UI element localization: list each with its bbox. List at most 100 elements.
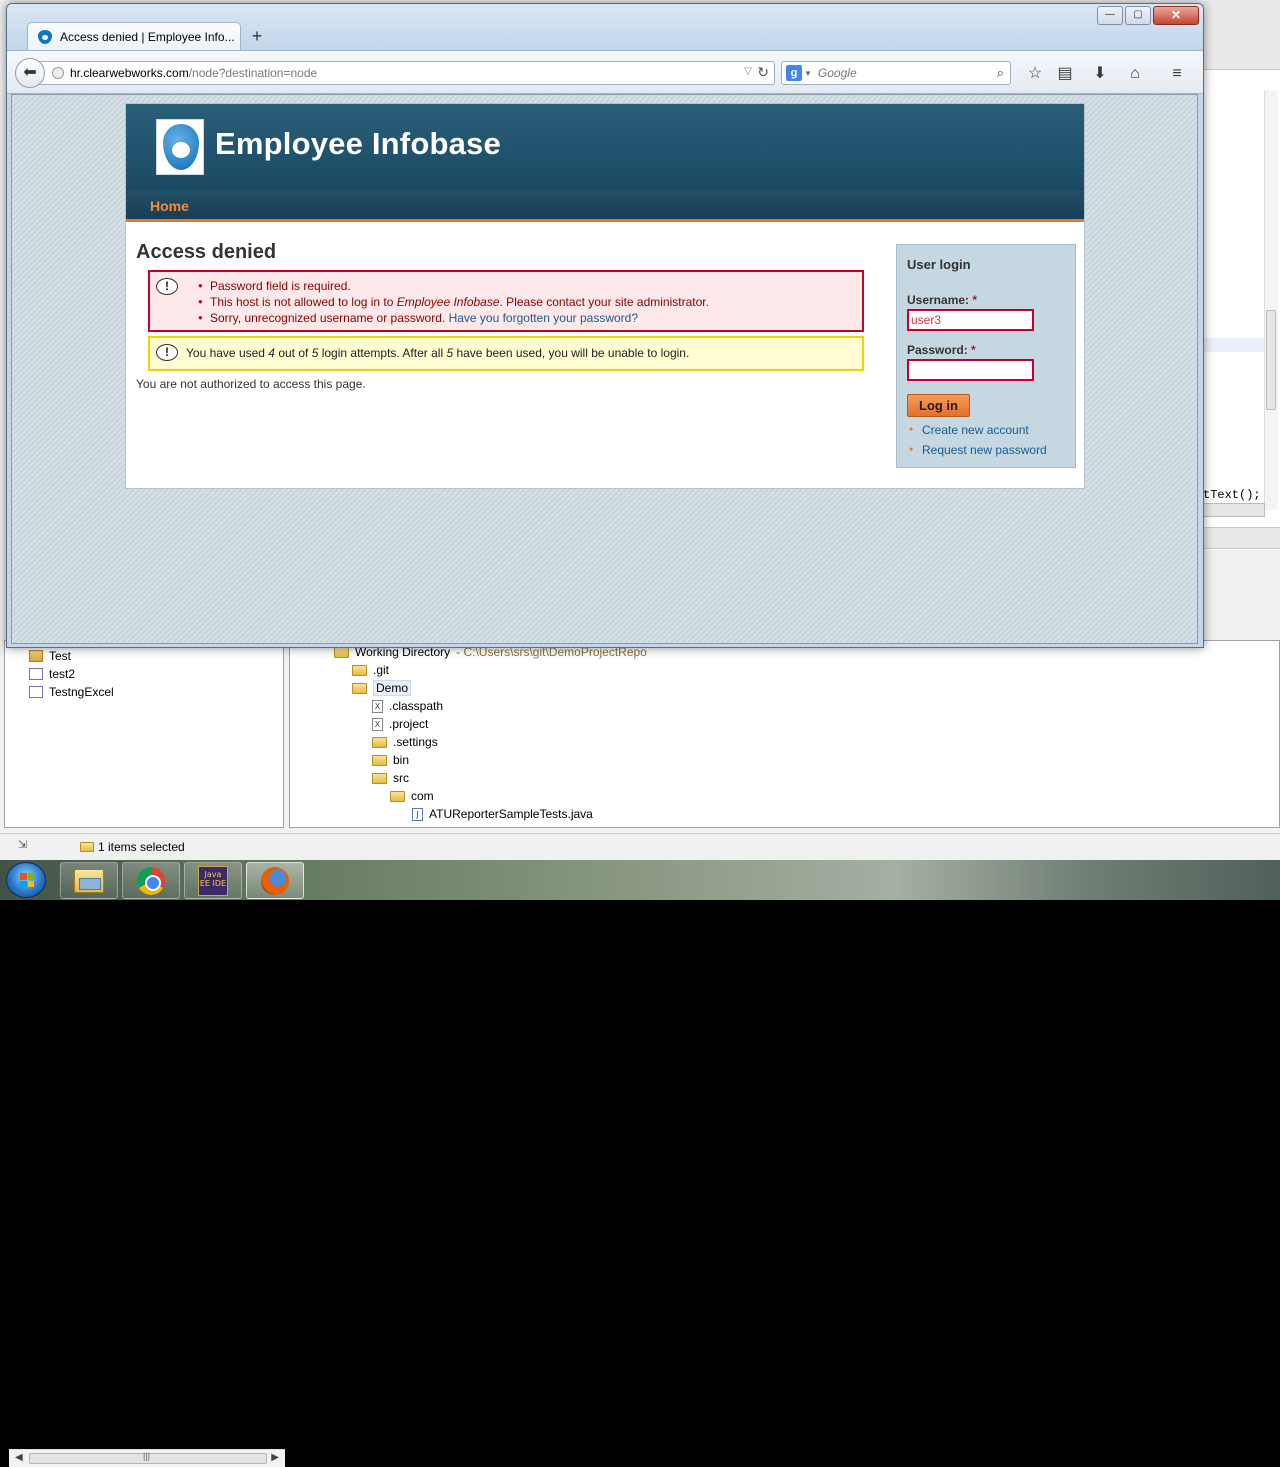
list-item[interactable]: TestngExcel [29, 683, 114, 701]
folder-icon [372, 772, 387, 784]
username-label: Username: * [907, 293, 977, 307]
attempts-used: 4 [268, 346, 275, 360]
site-identity-icon[interactable] [52, 67, 64, 79]
folder-icon [334, 646, 349, 658]
url-bar[interactable]: hr.clearwebworks.com/node?destination=no… [37, 61, 775, 85]
tree-item-label: bin [393, 753, 410, 767]
editor-vertical-scrollbar[interactable] [1264, 90, 1278, 510]
tab-access-denied[interactable]: Access denied | Employee Info... [27, 22, 241, 50]
site-logo[interactable] [156, 119, 204, 175]
explorer-horizontal-scrollbar[interactable]: ◀ ||| ▶ [9, 1449, 285, 1467]
home-icon[interactable]: ⌂ [1124, 63, 1146, 85]
editor-scroll-thumb[interactable] [1266, 310, 1276, 410]
eclipse-icon: Java EE IDE [198, 865, 228, 896]
eclipse-editor-area [1203, 70, 1280, 550]
taskbar-explorer-button[interactable] [60, 862, 118, 899]
url-path: /node?destination=node [188, 66, 318, 80]
forgot-password-link[interactable]: Have you forgotten your password? [449, 311, 638, 325]
tree-item-label: .git [373, 663, 390, 677]
folder-icon [80, 842, 94, 852]
error-list: Password field is required. This host is… [198, 278, 709, 326]
tree-item-bin[interactable]: bin [372, 751, 409, 769]
maven-project-icon [29, 686, 43, 698]
bookmark-star-icon[interactable]: ☆ [1024, 63, 1046, 85]
tree-item-java-file[interactable]: J ATUReporterSampleTests.java [412, 805, 593, 823]
eclipse-panel-divider [1203, 527, 1280, 549]
tree-item-label: .project [389, 717, 429, 731]
tree-item-label: .settings [393, 735, 438, 749]
error-messages: ! Password field is required. This host … [148, 270, 864, 332]
error-item: Password field is required. [198, 278, 709, 294]
fast-view-icon[interactable]: ⇲ [18, 838, 32, 852]
drupal-face-icon [172, 142, 190, 158]
scroll-left-icon[interactable]: ◀ [15, 1452, 23, 1463]
folder-icon [352, 682, 367, 694]
editor-horizontal-scrollbar[interactable] [1203, 503, 1265, 517]
maximize-button[interactable]: ▢ [1125, 6, 1151, 25]
tree-item-git[interactable]: .git [352, 661, 389, 679]
desktop: tText(); Test test2 TestngExcel ◀ ||| ▶ [0, 0, 1280, 1467]
search-bar[interactable]: g ▼ Google ⌕ [781, 61, 1011, 85]
search-engine-dropdown-icon[interactable]: ▼ [804, 69, 812, 78]
tree-item-label: ATUReporterSampleTests.java [429, 807, 593, 821]
taskbar-chrome-button[interactable] [122, 862, 180, 899]
password-field[interactable] [907, 359, 1034, 381]
create-account-link[interactable]: Create new account [922, 423, 1029, 437]
url-text: hr.clearwebworks.com/node?destination=no… [70, 66, 317, 80]
site-name[interactable]: Employee Infobase [215, 126, 501, 162]
maven-project-icon [29, 668, 43, 680]
google-icon[interactable]: g [786, 65, 802, 81]
error-text: This host is not allowed to log in to [210, 295, 397, 309]
file-explorer-icon [74, 868, 104, 893]
not-authorized-text: You are not authorized to access this pa… [136, 377, 366, 391]
list-item[interactable]: Test [29, 647, 71, 665]
start-button[interactable] [6, 862, 46, 898]
required-marker: * [972, 293, 978, 307]
login-title: User login [907, 257, 971, 272]
tree-item-project[interactable]: X .project [372, 715, 428, 733]
username-label-text: Username: [907, 293, 970, 307]
editor-code-text: tText(); [1203, 488, 1261, 502]
tree-item-classpath[interactable]: X .classpath [372, 697, 443, 715]
login-button[interactable]: Log in [907, 394, 970, 417]
tree-item-settings[interactable]: .settings [372, 733, 438, 751]
tree-item-label: src [393, 771, 409, 785]
taskbar-eclipse-button[interactable]: Java EE IDE [184, 862, 242, 899]
error-item: Sorry, unrecognized username or password… [198, 310, 709, 326]
tree-item-label: com [411, 789, 434, 803]
scroll-grip-icon: ||| [143, 1451, 151, 1461]
back-button[interactable]: ⬅ [15, 58, 45, 88]
eclipse-status-bar: ⇲ 1 items selected [0, 833, 1280, 860]
tree-item-demo[interactable]: Demo [352, 679, 412, 697]
reading-list-icon[interactable]: ▤ [1054, 63, 1076, 85]
url-history-dropdown-icon[interactable]: ▽ [744, 66, 752, 77]
error-item: This host is not allowed to log in to Em… [198, 294, 709, 310]
java-file-icon: J [412, 807, 423, 821]
tree-item-src[interactable]: src [372, 769, 409, 787]
request-password-link[interactable]: Request new password [922, 443, 1047, 457]
scroll-right-icon[interactable]: ▶ [271, 1452, 279, 1463]
warning-icon: ! [156, 344, 178, 361]
reload-icon[interactable]: ↻ [757, 64, 769, 81]
error-text: Password field is required. [210, 279, 351, 293]
tab-title: Access denied | Employee Info... [60, 29, 235, 44]
list-item[interactable]: test2 [29, 665, 75, 683]
tree-item-com[interactable]: com [390, 787, 434, 805]
list-item-label: TestngExcel [49, 685, 114, 699]
user-login-block: User login Username: * user3 Password: *… [896, 244, 1076, 468]
page-viewport: Employee Infobase Home Access denied ! P… [11, 94, 1198, 644]
drupal-page: Employee Infobase Home Access denied ! P… [125, 103, 1085, 489]
new-tab-button[interactable]: + [247, 26, 267, 46]
tree-item-label: .classpath [389, 699, 444, 713]
nav-home-link[interactable]: Home [150, 198, 189, 214]
status-text: 1 items selected [98, 840, 185, 854]
download-icon[interactable]: ⬇ [1089, 63, 1111, 85]
folder-icon [352, 664, 367, 676]
taskbar-firefox-button[interactable] [246, 862, 304, 899]
search-icon[interactable]: ⌕ [997, 65, 1004, 81]
username-field[interactable]: user3 [907, 309, 1034, 331]
minimize-button[interactable]: — [1097, 6, 1123, 25]
list-item: Create new account [909, 421, 1047, 441]
close-button[interactable]: ✕ [1153, 6, 1199, 25]
menu-icon[interactable]: ≡ [1166, 63, 1188, 85]
